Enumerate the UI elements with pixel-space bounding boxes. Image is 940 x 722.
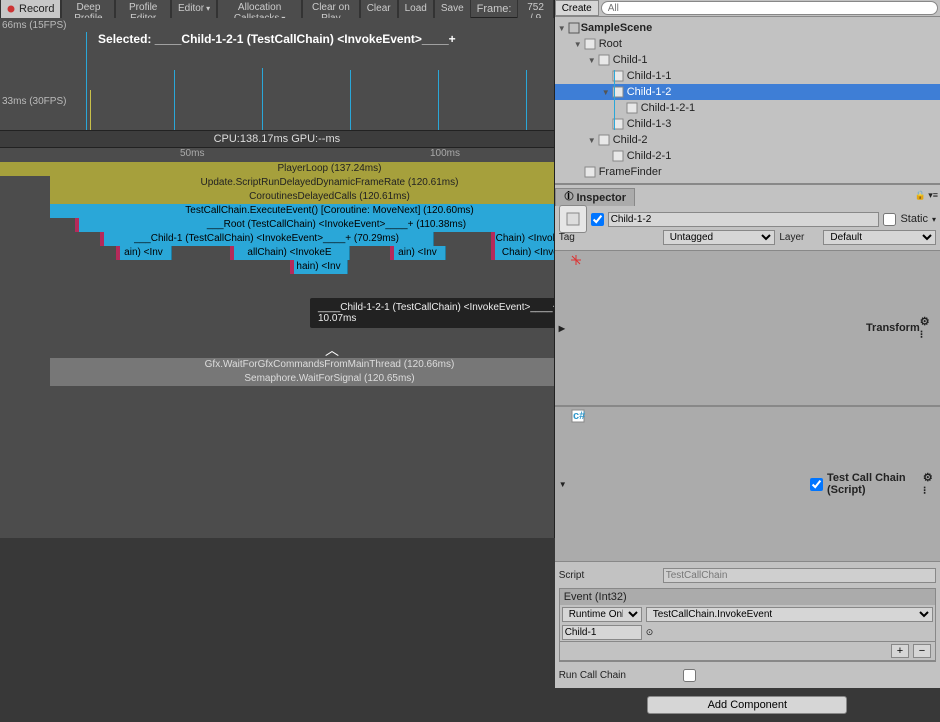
event-target-field[interactable] [562,625,642,640]
profiler-graph[interactable]: 66ms (15FPS) 33ms (30FPS) Selected: ____… [0,18,554,130]
gameobject-icon [597,133,611,147]
scene-row[interactable]: ▼ SampleScene [555,20,940,36]
gameobject-icon [611,69,625,83]
flame-bar[interactable]: ain) <Inv [390,246,446,260]
tick-50ms: 50ms [180,148,204,159]
marker-cut [116,246,120,260]
add-component-button[interactable]: Add Component [647,696,847,714]
event-header: Event (Int32) [560,589,935,605]
flame-bar[interactable]: Gfx.WaitForGfxCommandsFromMainThread (12… [50,358,554,372]
flame-bar[interactable]: allChain) <InvokeE [230,246,350,260]
profiler-toolbar: Record Deep Profile Profile Editor Edito… [0,0,554,18]
transform-header[interactable]: ▶ Transform ⚙ ⁝ [555,250,940,406]
event-remove-button[interactable]: − [913,644,931,658]
tick-100ms: 100ms [430,148,460,159]
tag-dropdown[interactable]: Untagged [663,230,776,245]
gameobject-icon [583,165,597,179]
flame-bar[interactable]: TestCallChain.ExecuteEvent() [Coroutine:… [50,204,554,218]
transform-menu-icon[interactable]: ⚙ ⁝ [920,315,936,341]
hierarchy-item[interactable]: ▼Child-1 [555,52,940,68]
run-call-chain-checkbox[interactable] [683,669,696,682]
marker-cut [491,246,495,260]
target-dropdown[interactable]: Editor [171,0,217,18]
marker-cut [75,218,79,232]
load-button[interactable]: Load [398,0,434,18]
tooltip: ____Child-1-2-1 (TestCallChain) <InvokeE… [310,298,554,328]
active-checkbox[interactable] [591,213,604,226]
hierarchy-toolbar: Create [555,0,940,17]
flame-bar[interactable]: Semaphore.WaitForSignal (120.65ms) [50,372,554,386]
function-dropdown[interactable]: TestCallChain.InvokeEvent [646,607,933,622]
clear-button[interactable]: Clear [360,0,398,18]
marker-cut [230,246,234,260]
script-header[interactable]: ▼ c# Test Call Chain (Script) ⚙ ⁝ [555,406,940,562]
hierarchy-tree: ▼ SampleScene ▼Root▼Child-1Child-1-1▼Chi… [555,17,940,183]
inspector-panel: i Inspector 🔒 ▾≡ Static▾ Tag Untagged La… [555,183,940,722]
expand-chevron[interactable]: ︿ [325,340,339,360]
flame-graph[interactable]: 50ms 100ms ︿ ____Child-1-2-1 (TestCallCh… [0,148,554,538]
flame-bar[interactable]: hain) <Inv [290,260,348,274]
event-add-button[interactable]: + [891,644,909,658]
fps-label-15: 66ms (15FPS) [2,20,66,31]
info-icon: i [564,191,574,201]
gameobject-icon [559,205,587,233]
marker-cut [290,260,294,274]
gameobject-icon [611,149,625,163]
frame-value[interactable]: 752 / 9 [517,0,553,18]
static-checkbox[interactable] [883,213,896,226]
script-menu-icon[interactable]: ⚙ ⁝ [923,471,936,497]
flame-bar[interactable]: Chain) <InvokeEv [491,246,554,260]
hierarchy-item[interactable]: Child-1-1 [555,68,940,84]
flame-bar[interactable]: Update.ScriptRunDelayedDynamicFrameRate … [50,176,554,190]
search-input[interactable] [601,1,938,15]
inspector-tab[interactable]: i Inspector [555,188,635,206]
svg-text:i: i [567,191,570,201]
hierarchy-item[interactable]: ▼Root [555,36,940,52]
marker-cut [491,232,495,246]
runtime-dropdown[interactable]: Runtime Only [562,607,642,622]
alloc-callstacks-dropdown[interactable]: Allocation Callstacks [217,0,302,18]
hierarchy-item[interactable]: Child-1-3 [555,116,940,132]
name-field[interactable] [608,212,880,227]
hierarchy-item[interactable]: Child-1-2-1 [555,100,940,116]
flame-bar[interactable]: CoroutinesDelayedCalls (120.61ms) [50,190,554,204]
profile-editor-button[interactable]: Profile Editor [115,0,171,18]
gameobject-icon [597,53,611,67]
marker-cut [390,246,394,260]
marker-cut [100,232,104,246]
hierarchy-item[interactable]: ▼Child-2 [555,132,940,148]
flame-bar[interactable]: ___Root (TestCallChain) <InvokeEvent>___… [75,218,554,232]
save-button[interactable]: Save [434,0,471,18]
hierarchy-item[interactable]: ▼Child-1-2 [555,84,940,100]
flame-bar[interactable]: PlayerLoop (137.24ms) [0,162,554,176]
lock-icon[interactable]: 🔒 ▾≡ [913,188,940,203]
svg-text:c#: c# [573,410,585,422]
script-icon: c# [571,409,810,559]
gameobject-icon [611,117,625,131]
deep-profile-button[interactable]: Deep Profile [61,0,115,18]
gameobject-icon [583,37,597,51]
flame-bar[interactable]: ___Child-1 (TestCallChain) <InvokeEvent>… [100,232,434,246]
script-enabled-checkbox[interactable] [810,478,823,491]
create-dropdown[interactable]: Create [555,0,599,16]
layer-dropdown[interactable]: Default [823,230,936,245]
flame-bar[interactable]: |Chain) <InvokeEvent [491,232,554,246]
gameobject-icon [611,85,625,99]
transform-icon [569,253,866,403]
scene-icon [567,21,581,35]
record-button[interactable]: Record [0,0,61,18]
flame-bar[interactable]: ain) <Inv [116,246,172,260]
script-field [663,568,936,583]
hierarchy-item[interactable]: Child-2-1 [555,148,940,164]
clear-on-play-button[interactable]: Clear on Play [302,0,360,18]
fps-label-30: 33ms (30FPS) [2,96,66,107]
hierarchy-item[interactable]: FrameFinder [555,164,940,180]
selected-marker-label: Selected: ____Child-1-2-1 (TestCallChain… [0,32,554,46]
gameobject-icon [625,101,639,115]
frame-label: Frame: [471,3,518,15]
cpu-gpu-stats: CPU:138.17ms GPU:--ms [0,130,554,148]
